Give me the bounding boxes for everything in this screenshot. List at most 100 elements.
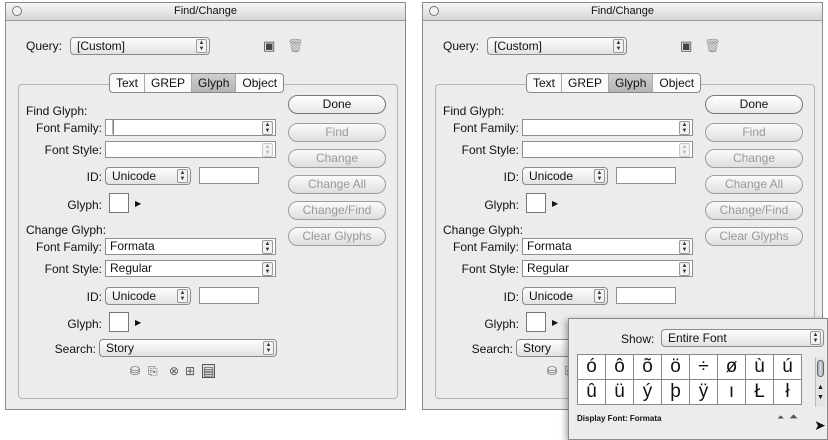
tab-object[interactable]: Object [653,74,700,92]
change-font-family-field[interactable]: Formata ▲ ▼ [105,238,276,255]
popup-arrows-icon: ▲▼ [262,240,273,254]
glyph-cell[interactable]: û [578,380,606,405]
change-font-style-field[interactable]: Regular ▲ ▼ [105,260,276,277]
dialog-title: Find/Change [591,5,654,17]
glyph-menu-arrow-icon[interactable]: ▶ [552,200,558,208]
glyph-cell[interactable]: ł [774,380,802,405]
dialog-title: Find/Change [174,5,237,17]
change-glyph-box[interactable] [109,312,129,332]
done-button[interactable]: Done [705,95,803,114]
query-label: Query: [26,39,63,53]
glyph-cell[interactable]: ý [634,380,662,405]
query-popup[interactable]: [Custom] ▲ ▼ [70,37,210,55]
scroll-down-arrow-icon[interactable]: ▼ [817,394,824,402]
save-query-icon[interactable]: ▣ [680,39,692,52]
popup-arrows-icon: ▲▼ [263,341,274,355]
popup-arrows-icon: ▲▼ [177,169,188,183]
change-all-button[interactable]: Change All [705,175,803,194]
change-button[interactable]: Change [705,149,803,168]
zoom-in-icon[interactable]: ⏶ [789,411,798,423]
save-query-icon[interactable]: ▣ [263,39,275,52]
delete-query-icon[interactable]: 🗑 [704,39,721,52]
glyph-cell[interactable]: ú [774,355,802,380]
zoom-out-icon[interactable]: ⏶ [777,411,784,423]
find-glyph-box-label: Glyph: [484,198,519,212]
change-font-family-field[interactable]: Formata ▲ ▼ [522,238,693,255]
close-icon[interactable] [429,6,439,16]
clear-glyphs-button[interactable]: Clear Glyphs [288,227,386,246]
change-id-type-popup[interactable]: Unicode ▲ ▼ [522,287,608,305]
include-locked-layers-icon[interactable]: ⛁ [547,365,557,377]
include-master-pages-icon[interactable]: ⊞ [185,365,195,377]
glyph-cell[interactable]: ö [662,355,690,380]
find-font-style-field[interactable]: ▲ ▼ [522,141,693,158]
delete-query-icon[interactable]: 🗑 [287,39,304,52]
scroll-thumb[interactable] [817,360,824,377]
tab-text[interactable]: Text [527,74,563,92]
include-footnotes-icon[interactable]: ▤ [202,364,216,378]
find-glyph-box-label: Glyph: [67,198,102,212]
find-id-field[interactable] [199,167,259,184]
tab-grep[interactable]: GREP [145,74,193,92]
glyph-cell[interactable]: þ [662,380,690,405]
find-button[interactable]: Find [705,123,803,142]
glyph-cell[interactable]: ü [606,380,634,405]
change-glyph-box[interactable] [526,312,546,332]
change-id-label: ID: [86,290,102,304]
tab-text[interactable]: Text [110,74,146,92]
scroll-up-arrow-icon[interactable]: ▲ [817,384,824,392]
change-font-family-value: Formata [110,239,155,253]
tab-glyph[interactable]: Glyph [192,74,237,92]
glyph-menu-arrow-icon[interactable]: ▶ [552,319,558,327]
glyph-cell[interactable]: ô [606,355,634,380]
glyph-cell[interactable]: ø [718,355,746,380]
glyph-scrollbar[interactable]: ▲ ▼ [815,357,825,407]
query-popup[interactable]: [Custom] ▲ ▼ [487,37,627,55]
change-font-family-label: Font Family: [452,240,519,254]
glyph-cell[interactable]: Ł [746,380,774,405]
search-scope-popup[interactable]: Story ▲▼ [99,339,277,357]
find-glyph-box[interactable] [109,193,129,213]
find-glyph-box[interactable] [526,193,546,213]
include-locked-stories-icon[interactable]: ⎘ [148,365,158,377]
change-glyph-box-label: Glyph: [67,317,102,331]
change-font-style-field[interactable]: Regular ▲ ▼ [522,260,693,277]
change-id-type-popup[interactable]: Unicode ▲ ▼ [105,287,191,305]
glyph-menu-arrow-icon[interactable]: ▶ [135,319,141,327]
done-button[interactable]: Done [288,95,386,114]
tab-bar: Text GREP Glyph Object [526,73,702,93]
change-find-button[interactable]: Change/Find [288,201,386,220]
change-all-button[interactable]: Change All [288,175,386,194]
include-locked-layers-icon[interactable]: ⛁ [130,365,140,377]
glyph-cell[interactable]: ÷ [690,355,718,380]
find-font-family-field[interactable]: ▲ ▼ [522,119,693,136]
clear-glyphs-button[interactable]: Clear Glyphs [705,227,803,246]
change-button[interactable]: Change [288,149,386,168]
show-popup[interactable]: Entire Font ▲ ▼ [661,329,824,347]
change-id-field[interactable] [199,287,259,304]
glyph-menu-arrow-icon[interactable]: ▶ [135,200,141,208]
popup-arrows-icon: ▲▼ [613,39,624,53]
find-id-type-popup[interactable]: Unicode ▲ ▼ [105,167,191,185]
find-button[interactable]: Find [288,123,386,142]
glyph-cell[interactable]: ù [746,355,774,380]
title-bar[interactable]: Find/Change [6,3,405,21]
tab-glyph[interactable]: Glyph [609,74,654,92]
glyph-cell[interactable]: õ [634,355,662,380]
tab-object[interactable]: Object [236,74,283,92]
include-hidden-layers-icon[interactable]: ⊗ [169,365,179,377]
tab-grep[interactable]: GREP [562,74,610,92]
show-label: Show: [621,332,655,346]
change-find-button[interactable]: Change/Find [705,201,803,220]
find-font-family-field[interactable]: │ ▲ ▼ [105,119,276,136]
glyph-cell[interactable]: ı [718,380,746,405]
glyph-cell[interactable]: ó [578,355,606,380]
glyph-cell[interactable]: ÿ [690,380,718,405]
search-label: Search: [54,342,96,356]
title-bar[interactable]: Find/Change [423,3,822,21]
find-id-type-popup[interactable]: Unicode ▲ ▼ [522,167,608,185]
find-font-style-field[interactable]: ▲ ▼ [105,141,276,158]
change-id-field[interactable] [616,287,676,304]
find-id-field[interactable] [616,167,676,184]
close-icon[interactable] [12,6,22,16]
